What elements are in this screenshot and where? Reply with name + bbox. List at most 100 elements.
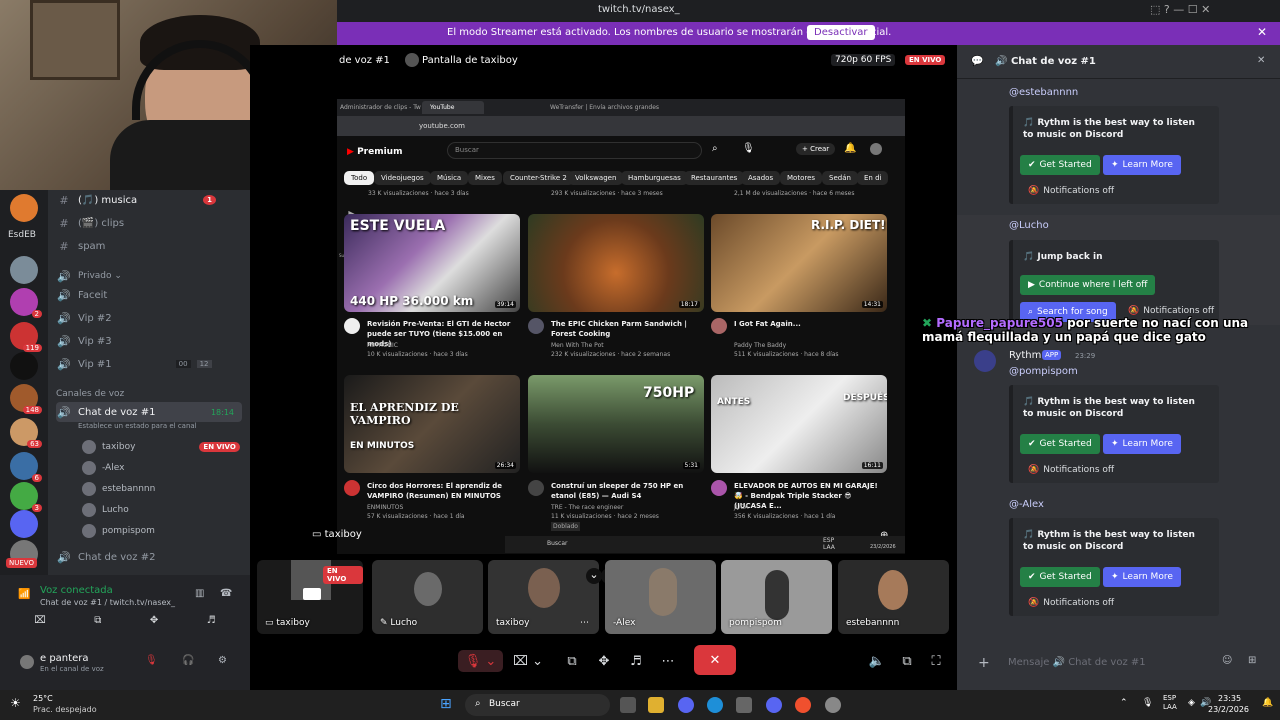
tab-youtube[interactable]: YouTube [422,101,485,114]
bell-icon[interactable]: 🔔 [844,143,856,154]
clock-date[interactable]: 23/2/2026 [1208,705,1249,714]
discord-app-icon[interactable] [678,697,694,713]
close-icon[interactable]: ✕ [1257,55,1265,66]
volume-icon[interactable]: 🔈 [867,650,887,672]
search-icon[interactable]: ⌕ [712,143,718,154]
server-icon[interactable]: 3 [10,482,42,512]
mention[interactable]: @Lucho [1009,220,1049,231]
chip-volkswagen[interactable]: Volkswagen [568,171,624,185]
tray-chevron-icon[interactable]: ⌃ [1120,698,1128,708]
channel-vip2[interactable]: 🔊 Vip #2 [56,308,112,328]
chevron-down-icon[interactable]: ⌄ [586,568,602,584]
channel-clips[interactable]: # (🎬) clips [56,213,124,233]
popout-icon[interactable]: ⧉ [897,650,917,672]
get-started-button[interactable]: ✔ Get Started [1020,434,1100,454]
network-icon[interactable]: ◈ [1188,698,1195,708]
apps-icon[interactable]: ⊞ [1248,655,1256,666]
activities-icon[interactable]: ✥ [150,615,158,637]
emoji-icon[interactable]: ☺ [1222,655,1232,666]
continue-button[interactable]: ▶ Continue where I left off [1020,275,1156,295]
video-thumbnail[interactable]: ANTES DESPUÉS 16:11 [711,375,887,473]
language-indicator[interactable]: ESP LAA [1163,694,1181,712]
voice-user[interactable]: -Alex [82,461,124,475]
video-channel[interactable]: ENMINUTOS [367,503,527,512]
participant-tile[interactable]: EN VIVO ▭ taxiboy [257,560,363,634]
channel-avatar[interactable] [711,318,727,334]
close-icon[interactable]: ✕ [1257,25,1267,39]
server-icon[interactable]: 2 [10,288,42,318]
more-icon[interactable]: ⋯ [658,650,678,672]
video-thumbnail[interactable]: EL APRENDIZ DE VAMPIRO EN MINUTOS 26:34 [344,375,520,473]
channel-avatar[interactable] [711,480,727,496]
disconnect-button[interactable]: ✕ [694,645,736,675]
gear-icon[interactable]: ⚙ [218,655,227,666]
channel-status[interactable]: Establece un estado para el canal [78,422,197,430]
search-input[interactable]: Buscar [455,146,479,154]
store-icon[interactable] [736,697,752,713]
chrome-icon[interactable] [795,697,811,713]
channel-avatar[interactable] [528,480,544,496]
browser-url[interactable]: twitch.tv/nasex_ [598,4,680,15]
server-icon[interactable] [10,194,38,222]
video-thumbnail[interactable]: R.I.P. DIET! 14:31 [711,214,887,312]
chip-asados[interactable]: Asados [741,171,781,185]
video-channel[interactable]: JUCA [734,503,894,512]
camera-toggle-button[interactable]: ⌧ ⌄ [508,650,548,672]
voice-location[interactable]: Chat de voz #1 / twitch.tv/nasex_ [40,598,175,607]
notification-icon[interactable]: 🔔 [1262,698,1273,708]
youtube-search[interactable]: Buscar [447,142,702,159]
video-channel[interactable]: Paddy The Baddy [734,341,894,350]
participant-tile[interactable]: pompispom [721,560,832,634]
channel-avatar[interactable] [344,480,360,496]
video-thumbnail[interactable]: 18:17 [528,214,704,312]
avatar[interactable] [870,143,882,155]
channel-vip1[interactable]: 🔊 Vip #1 00 12 [56,354,212,374]
learn-more-button[interactable]: ✦ Learn More [1103,155,1181,175]
weather-icon[interactable]: ☀ [10,696,21,710]
mention[interactable]: @-Alex [1009,499,1044,510]
soundboard-icon[interactable]: ♬ [626,650,646,672]
channel-musica[interactable]: # (🎵) musica 1 [56,190,217,210]
learn-more-button[interactable]: ✦ Learn More [1103,434,1181,454]
screen-share-icon[interactable]: ⧉ [94,615,101,637]
clock-time[interactable]: 23:35 [1218,694,1241,703]
fullscreen-icon[interactable]: ⛶ [926,650,946,672]
video-title[interactable]: I Got Fat Again... [734,319,884,329]
mic-muted-icon[interactable]: 🎙 [145,655,158,666]
voice-user[interactable]: Lucho [82,503,129,517]
server-icon[interactable]: 6 [10,452,42,482]
video-title[interactable]: Construí un sleeper de 750 HP en etanol … [551,481,701,501]
mic-toggle-button[interactable]: 🎙 ⌄ [458,650,503,672]
create-button[interactable]: + Crear [796,143,836,155]
channel-spam[interactable]: # spam [56,236,105,256]
server-icon[interactable]: 119 [10,322,42,352]
participant-tile[interactable]: taxiboy ⋯ [488,560,599,634]
camera-off-icon[interactable]: ⌧ [34,615,46,637]
youtube-logo[interactable]: ▶ Premium [347,147,402,157]
channel-chat-de-voz-1[interactable]: 🔊 Chat de voz #1 18:14 [56,402,242,422]
disconnect-icon[interactable]: ☎ [220,588,232,599]
noise-icon[interactable]: ▥ [195,588,204,599]
participant-tile[interactable]: estebannnn [838,560,949,634]
mention[interactable]: @estebannnn [1009,87,1078,98]
channel-avatar[interactable] [344,318,360,334]
headphones-icon[interactable]: 🎧 [182,655,194,666]
weather-temp[interactable]: 25°C [33,694,53,703]
video-title[interactable]: The EPIC Chicken Parm Sandwich | Forest … [551,319,701,339]
soundboard-icon[interactable]: ♬ [207,615,216,637]
obs-icon[interactable] [825,697,841,713]
video-channel[interactable]: Men With The Pot [551,341,711,350]
video-channel[interactable]: RSTRONIC [367,341,527,350]
server-icon[interactable] [10,352,38,380]
learn-more-button[interactable]: ✦ Learn More [1103,567,1181,587]
chip-more[interactable]: En di [857,171,889,185]
taskbar-search[interactable]: ⌕ Buscar [465,694,610,716]
chip-videojuegos[interactable]: Videojuegos [374,171,431,185]
chip-hamburguesas[interactable]: Hamburguesas [621,171,688,185]
address-field[interactable]: youtube.com [419,122,465,130]
signal-icon[interactable]: 📶 [18,589,30,600]
video-title[interactable]: Circo dos Horrores: El aprendiz de VAMPI… [367,481,517,501]
screen-share-icon[interactable]: ⧉ [562,650,582,672]
voice-user[interactable]: pompispom [82,524,155,538]
window-controls[interactable]: ⬚ ? — ☐ ✕ [1150,3,1210,16]
